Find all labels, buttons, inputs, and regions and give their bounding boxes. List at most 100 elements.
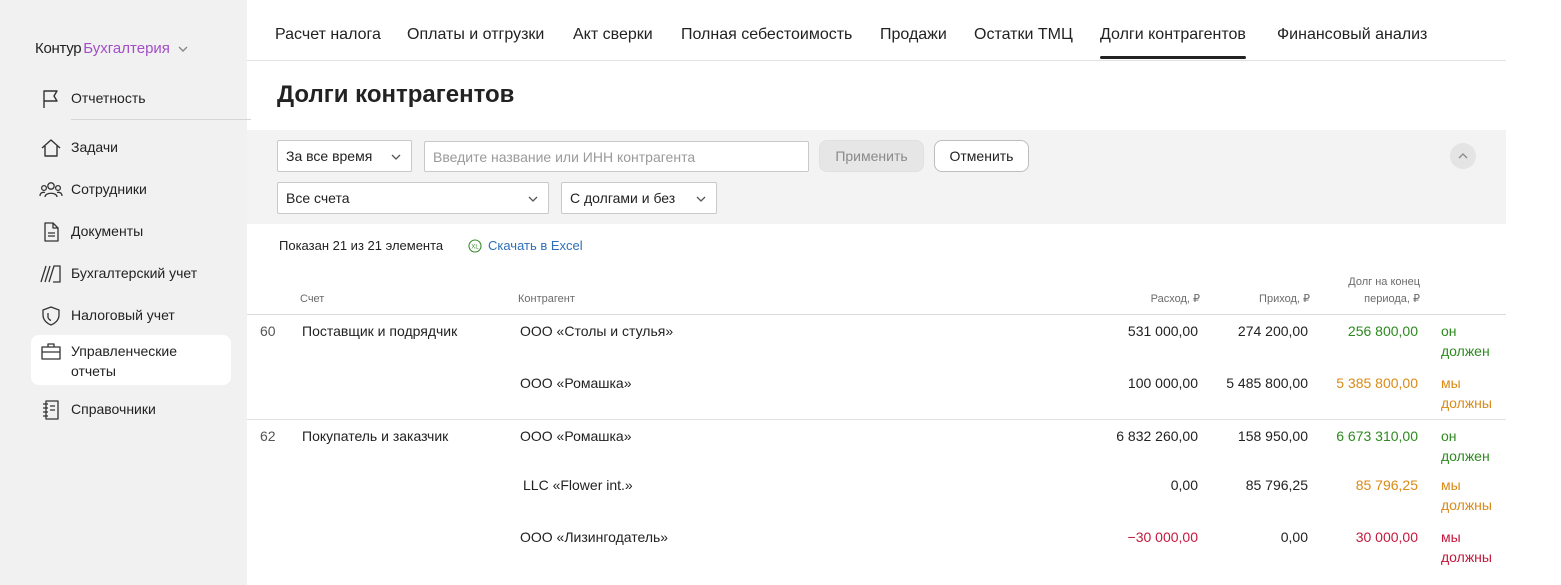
- income-amount: 5 485 800,00: [1226, 375, 1308, 391]
- sidebar: Контур Бухгалтерия Отчетность Задачи Сот…: [0, 0, 251, 585]
- briefcase-icon: [39, 340, 63, 362]
- debts-select-value: С долгами и без: [570, 190, 676, 206]
- sidebar-item-label: Управленческие отчеты: [71, 343, 178, 379]
- tab-inventory[interactable]: Остатки ТМЦ: [974, 26, 1073, 44]
- debt-amount: 85 796,25: [1355, 477, 1418, 493]
- apply-button[interactable]: Применить: [819, 140, 924, 172]
- collapse-filters-button[interactable]: [1450, 143, 1476, 169]
- column-header-debt-line2: периода, ₽: [1364, 293, 1420, 305]
- sidebar-item-label: Документы: [71, 223, 144, 239]
- debt-status: мы должны: [1441, 475, 1492, 515]
- tab-sales[interactable]: Продажи: [880, 26, 947, 44]
- debt-status-line2: должны: [1441, 549, 1492, 565]
- chevron-up-icon: [1458, 153, 1468, 159]
- sidebar-item-label: Задачи: [71, 139, 119, 155]
- report-tabs: Расчет налога Оплаты и отгрузки Акт свер…: [247, 0, 1506, 61]
- chevron-down-icon: [178, 46, 188, 52]
- table-divider: [247, 314, 1506, 315]
- brand-product: Бухгалтерия: [83, 40, 170, 57]
- income-amount: 274 200,00: [1237, 323, 1308, 339]
- debt-status: мы должны: [1441, 373, 1492, 413]
- sidebar-item-label: Сотрудники: [71, 181, 147, 197]
- brand-name: Контур: [35, 40, 82, 57]
- accounts-select[interactable]: Все счета: [277, 182, 549, 214]
- counterparty-search-input[interactable]: [424, 141, 809, 172]
- income-amount: 158 950,00: [1237, 428, 1308, 444]
- tab-full-cost[interactable]: Полная себестоимость: [681, 26, 852, 44]
- product-switcher[interactable]: Контур Бухгалтерия: [35, 40, 188, 57]
- debt-status: мы должны: [1441, 527, 1492, 567]
- page-title: Долги контрагентов: [277, 81, 515, 108]
- tab-tax-calculation[interactable]: Расчет налога: [275, 26, 381, 44]
- expense-amount: 531 000,00: [1127, 323, 1198, 339]
- period-select[interactable]: За все время: [277, 140, 412, 172]
- account-code: 60: [260, 323, 276, 339]
- expense-amount: −30 000,00: [1127, 529, 1198, 545]
- period-select-value: За все время: [286, 148, 373, 164]
- users-icon: [39, 179, 63, 201]
- ledger-icon: [39, 263, 63, 285]
- debt-status-line2: должен: [1441, 448, 1490, 464]
- income-amount: 85 796,25: [1245, 477, 1308, 493]
- download-excel-label: Скачать в Excel: [488, 238, 583, 253]
- debt-amount: 5 385 800,00: [1336, 375, 1418, 391]
- expense-amount: 6 832 260,00: [1116, 428, 1198, 444]
- debt-amount: 256 800,00: [1347, 323, 1418, 339]
- download-excel-link[interactable]: XL Скачать в Excel: [468, 238, 583, 253]
- sidebar-item-label: Налоговый учет: [71, 307, 175, 323]
- column-header-expense: Расход, ₽: [1150, 293, 1200, 305]
- sidebar-item-employees[interactable]: Сотрудники: [31, 173, 231, 207]
- accounts-select-value: Все счета: [286, 190, 350, 206]
- svg-text:XL: XL: [471, 244, 479, 250]
- counterparty-name[interactable]: ООО «Лизингодатель»: [520, 527, 668, 547]
- counterparty-name[interactable]: ООО «Столы и стулья»: [520, 321, 673, 341]
- column-header-debt-line1: Долг на конец: [1348, 276, 1420, 288]
- document-icon: [39, 221, 63, 243]
- filter-panel: За все время Применить Отменить Все счет…: [247, 130, 1506, 224]
- sidebar-item-directories[interactable]: Справочники: [31, 393, 231, 427]
- expense-amount: 0,00: [1170, 477, 1198, 493]
- counterparty-name[interactable]: ООО «Ромашка»: [520, 426, 632, 446]
- tab-reconciliation[interactable]: Акт сверки: [573, 26, 653, 44]
- debt-status-line1: он: [1441, 323, 1457, 339]
- debts-select[interactable]: С долгами и без: [561, 182, 717, 214]
- counterparty-name[interactable]: LLC «Flower int.»: [523, 475, 633, 495]
- notebook-icon: [39, 399, 63, 421]
- sidebar-item-tasks[interactable]: Задачи: [31, 131, 231, 165]
- tab-financial-analysis[interactable]: Финансовый анализ: [1277, 26, 1427, 44]
- column-header-debt: Долг на конец периода, ₽: [1348, 274, 1420, 308]
- cancel-button[interactable]: Отменить: [934, 140, 1029, 172]
- debt-amount: 30 000,00: [1355, 529, 1418, 545]
- debt-status: он должен: [1441, 321, 1490, 361]
- debt-status: он должен: [1441, 426, 1490, 466]
- results-count: Показан 21 из 21 элемента: [279, 238, 444, 253]
- flag-icon: [39, 88, 63, 110]
- sidebar-item-documents[interactable]: Документы: [31, 215, 231, 249]
- chevron-down-icon: [528, 196, 538, 202]
- counterparty-name[interactable]: ООО «Ромашка»: [520, 373, 632, 393]
- account-code: 62: [260, 428, 276, 444]
- debt-status-line1: мы: [1441, 529, 1461, 545]
- expense-amount: 100 000,00: [1127, 375, 1198, 391]
- debt-status-line2: должны: [1441, 497, 1492, 513]
- shield-icon: [39, 305, 63, 327]
- account-name: Покупатель и заказчик: [302, 428, 449, 444]
- debt-status-line1: он: [1441, 428, 1457, 444]
- sidebar-item-accounting[interactable]: Бухгалтерский учет: [31, 257, 231, 291]
- sidebar-divider: [71, 119, 251, 120]
- debt-status-line2: должен: [1441, 343, 1490, 359]
- sidebar-item-management-reports[interactable]: Управленческие отчеты: [31, 335, 231, 385]
- debt-status-line2: должны: [1441, 395, 1492, 411]
- sidebar-item-reporting[interactable]: Отчетность: [31, 82, 231, 116]
- sidebar-item-tax-accounting[interactable]: Налоговый учет: [31, 299, 231, 333]
- chevron-down-icon: [696, 196, 706, 202]
- debt-status-line1: мы: [1441, 477, 1461, 493]
- column-header-counterparty: Контрагент: [518, 293, 575, 305]
- sidebar-item-label: Справочники: [71, 401, 156, 417]
- group-divider: [247, 419, 1506, 420]
- tab-payments-shipments[interactable]: Оплаты и отгрузки: [407, 26, 544, 44]
- tab-counterparty-debts[interactable]: Долги контрагентов: [1100, 26, 1246, 59]
- debt-status-line1: мы: [1441, 375, 1461, 391]
- chevron-down-icon: [391, 154, 401, 160]
- column-header-income: Приход, ₽: [1259, 293, 1310, 305]
